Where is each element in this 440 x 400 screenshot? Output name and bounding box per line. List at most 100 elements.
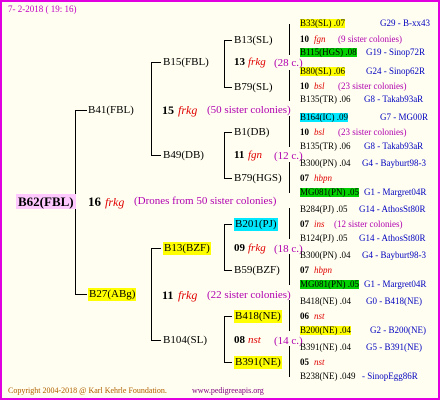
connector-g3-6 — [289, 300, 290, 331]
mm-frkg: nst — [248, 334, 261, 346]
g3-queen[interactable]: B418(NE) — [234, 310, 282, 323]
connector-mm-top — [224, 316, 232, 317]
g4-sub: fgn — [314, 34, 326, 44]
connector-root-top — [75, 110, 87, 111]
g4-queen-bot[interactable]: B238(NE) .049 — [300, 372, 356, 381]
g4-ref-top: G7 - MG00R — [380, 112, 429, 122]
g4-ref-top: G0 - B418(NE) — [366, 296, 422, 306]
connector-f1-top — [151, 62, 161, 63]
f1-queen[interactable]: B41(FBL) — [88, 105, 134, 116]
connector-m1 — [151, 248, 152, 340]
g4-queen-bot[interactable]: MG081(PN) .05 — [300, 188, 360, 197]
root-note: (Drones from 50 sister colonies) — [134, 195, 277, 207]
g4-num: 07 — [300, 173, 309, 183]
g4-ref-top: G14 - AthosSt80R — [359, 204, 426, 214]
connector-fm-bottom — [224, 178, 232, 179]
mf-num: 09 — [234, 242, 245, 254]
mm-num: 08 — [234, 334, 245, 346]
f1-frkg: frkg — [178, 103, 198, 117]
fm-num: 11 — [234, 149, 245, 161]
date-header: 7- 2-2018 ( 19: 16) — [8, 4, 77, 14]
pedigree-frame: 7- 2-2018 ( 19: 16) B62(FBL) 16 frkg (Dr… — [0, 0, 440, 400]
g4-sub: ins — [314, 219, 325, 229]
g4-ref-top: G4 - Bayburt98-3 — [362, 250, 426, 260]
fm-frkg: fgn — [248, 149, 263, 161]
connector-mm — [224, 316, 225, 362]
g4-num: 10 — [300, 127, 309, 137]
connector-ff-top — [224, 40, 232, 41]
g4-queen-top[interactable]: B284(PJ) .05 — [300, 205, 348, 214]
g4-sub: nst — [314, 357, 325, 367]
connector-mm-bottom — [224, 362, 232, 363]
connector-m1-bottom — [151, 340, 161, 341]
ff-frkg: frkg — [248, 56, 266, 68]
g4-sub: bsl — [314, 81, 325, 91]
g4-ref-top: G4 - Bayburt98-3 — [362, 158, 426, 168]
mm-note: (14 c.) — [274, 335, 303, 347]
connector-f1-bottom — [151, 155, 161, 156]
g3-queen[interactable]: B79(HGS) — [234, 173, 282, 184]
connector-g3-2 — [289, 116, 290, 147]
mf-queen[interactable]: B13(BZF) — [163, 242, 211, 255]
g4-queen-top[interactable]: B164(IC) .09 — [300, 113, 348, 122]
g4-queen-bot[interactable]: B135(TR) .06 — [300, 142, 351, 151]
g4-queen-bot[interactable]: MG081(PN) .05 — [300, 280, 360, 289]
g4-queen-top[interactable]: B391(NE) .04 — [300, 343, 351, 352]
footer-url[interactable]: www.pedigreeapis.org — [192, 387, 264, 395]
connector-m1-top — [151, 248, 161, 249]
g4-queen-top[interactable]: B300(PN) .04 — [300, 159, 351, 168]
g4-ref-bot: G19 - Sinop72R — [366, 47, 426, 57]
mf-note: (18 c.) — [274, 243, 303, 255]
mm-queen[interactable]: B104(SL) — [163, 335, 207, 346]
g4-queen-bot[interactable]: B200(NE) .04 — [300, 326, 351, 335]
g3-queen[interactable]: B391(NE) — [234, 356, 282, 369]
connector-root-bottom — [75, 294, 87, 295]
g4-ref-bot: G8 - Takab93aR — [364, 94, 424, 104]
g4-ref-bot: G2 - B200(NE) — [370, 325, 426, 335]
g4-num: 05 — [300, 357, 309, 367]
g3-queen[interactable]: B59(BZF) — [234, 265, 280, 276]
g4-sub: hbpn — [314, 173, 332, 183]
g4-sub: bsl — [314, 127, 325, 137]
g3-queen[interactable]: B1(DB) — [234, 127, 269, 138]
f1-num: 15 — [162, 103, 174, 117]
m1-note: (22 sister colonies) — [207, 289, 291, 301]
g4-sub: nst — [314, 311, 325, 321]
g4-num: 07 — [300, 219, 309, 229]
g3-queen[interactable]: B79(SL) — [234, 82, 273, 93]
footer-credit: Copyright 2004-2018 @ Karl Kehrle Founda… — [8, 386, 167, 395]
g3-queen[interactable]: B201(PJ) — [234, 218, 278, 231]
g4-ref-top: G5 - B391(NE) — [366, 342, 422, 352]
fm-queen[interactable]: B49(DB) — [163, 150, 204, 161]
g4-queen-top[interactable]: B300(PN) .04 — [300, 251, 351, 260]
connector-mf — [224, 224, 225, 270]
root-queen[interactable]: B62(FBL) — [16, 194, 76, 209]
g4-sub: hbpn — [314, 265, 332, 275]
g4-queen-bot[interactable]: B115(HGS) .08 — [300, 48, 357, 57]
g4-num: 06 — [300, 311, 309, 321]
g4-ref-bot: G14 - AthosSt80R — [359, 233, 426, 243]
connector-mf-top — [224, 224, 232, 225]
connector-fm — [224, 132, 225, 178]
g4-queen-top[interactable]: B33(SL) .07 — [300, 19, 345, 28]
m1-queen[interactable]: B27(ABg) — [88, 288, 137, 301]
g4-ref-bot: G1 - Margret04R — [364, 187, 427, 197]
g4-num: 07 — [300, 265, 309, 275]
root-num: 16 — [88, 194, 101, 209]
connector-g3-0 — [289, 24, 290, 55]
g4-note: (23 sister colonies) — [338, 127, 407, 137]
connector-mf-bottom — [224, 270, 232, 271]
g4-num: 10 — [300, 34, 309, 44]
g4-queen-top[interactable]: B418(NE) .04 — [300, 297, 351, 306]
g4-ref-bot: G1 - Margret04R — [364, 279, 427, 289]
g4-ref-bot: G8 - Takab93aR — [364, 141, 424, 151]
g4-queen-top[interactable]: B80(SL) .06 — [300, 67, 345, 76]
connector-ff — [224, 40, 225, 87]
connector-g3-4 — [289, 208, 290, 239]
root-frkg: frkg — [105, 195, 125, 209]
ff-queen[interactable]: B15(FBL) — [163, 57, 209, 68]
g4-ref-top: G29 - B-xx43 — [380, 18, 430, 28]
g4-queen-bot[interactable]: B124(PJ) .05 — [300, 234, 348, 243]
g4-queen-bot[interactable]: B135(TR) .06 — [300, 95, 351, 104]
g3-queen[interactable]: B13(SL) — [234, 35, 273, 46]
